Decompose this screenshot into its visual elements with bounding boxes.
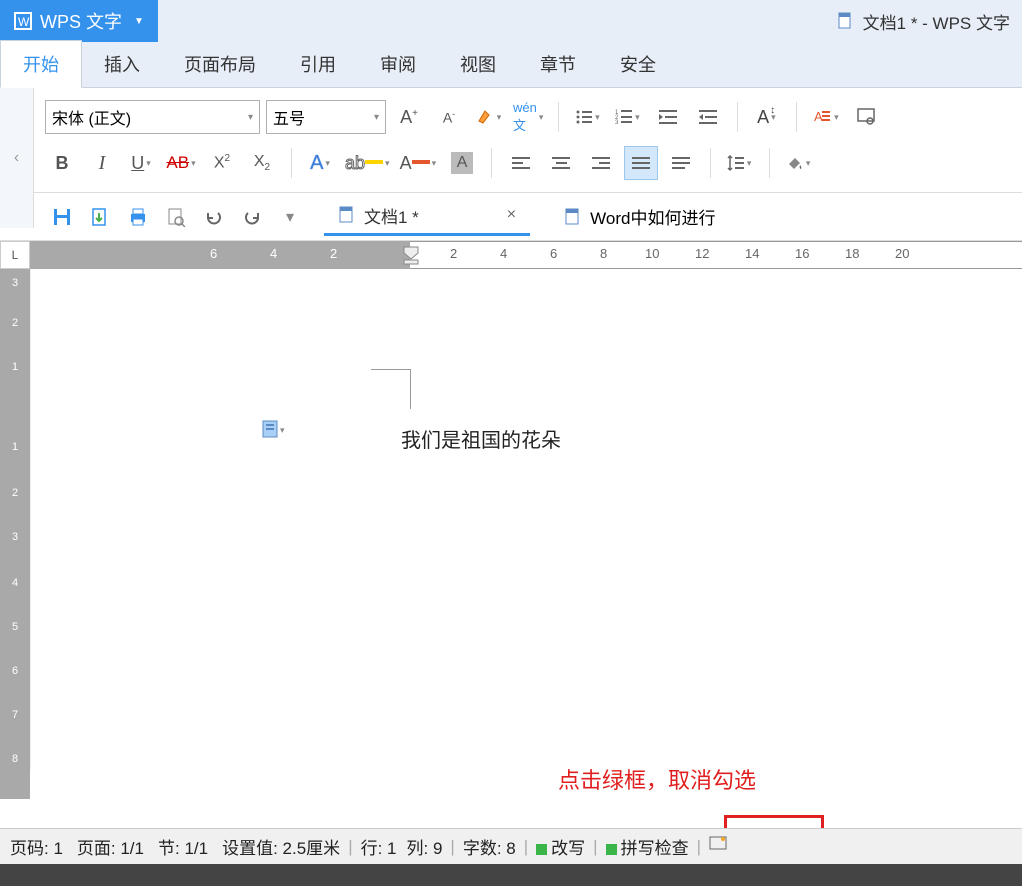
increase-font-button[interactable]: A+: [392, 100, 426, 134]
line-spacing-button[interactable]: ▾: [723, 146, 757, 180]
redo-button[interactable]: [238, 203, 266, 231]
superscript-button[interactable]: X2: [205, 146, 239, 180]
svg-text:W: W: [18, 15, 30, 29]
doc-tab-2[interactable]: Word中如何进行: [550, 198, 729, 236]
underline-button[interactable]: U▾: [125, 146, 159, 180]
bottom-strip: [0, 864, 1022, 886]
tab-reference[interactable]: 引用: [278, 41, 358, 87]
align-right-button[interactable]: [584, 146, 618, 180]
close-tab-button[interactable]: ×: [507, 206, 516, 224]
save-button[interactable]: [48, 203, 76, 231]
strikethrough-button[interactable]: AB▾: [165, 146, 199, 180]
text-effects-button[interactable]: A↕▾: [750, 100, 784, 134]
document-icon: [338, 206, 356, 224]
status-column[interactable]: 列: 9: [407, 834, 443, 859]
fill-color-button[interactable]: ▾: [782, 146, 816, 180]
find-replace-button[interactable]: [849, 100, 883, 134]
green-square-icon: [606, 844, 617, 855]
shading-button[interactable]: A: [445, 146, 479, 180]
export-pdf-button[interactable]: [86, 203, 114, 231]
annotation-text: 点击绿框，取消勾选: [558, 763, 756, 795]
highlight-button[interactable]: ab▾: [344, 146, 393, 180]
ruler-corner[interactable]: L: [0, 241, 30, 269]
ribbon: 宋体 (正文)▾ 五号▾ A+ A- ▾ wén文▾ ▾ 123▾ A↕▾ A▾…: [0, 88, 1022, 193]
decrease-font-button[interactable]: A-: [432, 100, 466, 134]
bold-button[interactable]: B: [45, 146, 79, 180]
menu-tabs: 开始 插入 页面布局 引用 审阅 视图 章节 安全: [0, 42, 1022, 88]
phonetic-guide-button[interactable]: wén文▾: [512, 100, 546, 134]
align-justify-button[interactable]: [624, 146, 658, 180]
print-preview-button[interactable]: [162, 203, 190, 231]
tab-review[interactable]: 审阅: [358, 41, 438, 87]
quick-access-more-button[interactable]: ▾: [276, 203, 304, 231]
tab-security[interactable]: 安全: [598, 41, 678, 87]
status-word-count[interactable]: 字数: 8: [463, 834, 516, 859]
vertical-ruler: L 3 2 1 1 2 3 4 5 6 7 8: [0, 241, 30, 799]
increase-indent-button[interactable]: [691, 100, 725, 134]
font-size-select[interactable]: 五号▾: [266, 100, 386, 134]
tab-view[interactable]: 视图: [438, 41, 518, 87]
status-overwrite-toggle[interactable]: 改写: [536, 834, 585, 859]
align-center-button[interactable]: [544, 146, 578, 180]
app-menu-button[interactable]: W WPS 文字 ▼: [0, 0, 158, 42]
text-outline-button[interactable]: A▾: [304, 146, 338, 180]
styles-button[interactable]: A▾: [809, 100, 843, 134]
status-setting[interactable]: 设置值: 2.5厘米: [222, 834, 340, 859]
status-section[interactable]: 节: 1/1: [158, 834, 208, 859]
italic-button[interactable]: I: [85, 146, 119, 180]
document-icon: [837, 12, 855, 30]
ribbon-collapse-button[interactable]: ‹: [0, 88, 34, 228]
chevron-down-icon: ▼: [134, 16, 144, 27]
horizontal-ruler[interactable]: 6 4 2 2 4 6 8 10 12 14 16 18 20: [30, 241, 1022, 269]
tab-layout[interactable]: 页面布局: [162, 41, 278, 87]
status-view-button[interactable]: [709, 836, 727, 857]
tab-start[interactable]: 开始: [0, 40, 82, 88]
number-list-button[interactable]: 123▾: [611, 100, 645, 134]
status-bar: 页码: 1 页面: 1/1 节: 1/1 设置值: 2.5厘米 | 行: 1 列…: [0, 828, 1022, 864]
clear-format-button[interactable]: ▾: [472, 100, 506, 134]
status-page-number[interactable]: 页码: 1: [10, 834, 63, 859]
print-button[interactable]: [124, 203, 152, 231]
margin-corner-icon: [371, 369, 411, 409]
window-title: 文档1 * - WPS 文字: [863, 9, 1010, 34]
document-page[interactable]: ▾ 我们是祖国的花朵: [30, 269, 1022, 769]
font-color-button[interactable]: A▾: [399, 146, 440, 180]
decrease-indent-button[interactable]: [651, 100, 685, 134]
document-icon: [564, 208, 582, 226]
paragraph-options-icon[interactable]: ▾: [261, 419, 281, 439]
status-line[interactable]: 行: 1: [361, 834, 397, 859]
tab-chapter[interactable]: 章节: [518, 41, 598, 87]
document-text[interactable]: 我们是祖国的花朵: [401, 424, 561, 453]
tab-insert[interactable]: 插入: [82, 41, 162, 87]
app-name: WPS 文字: [40, 8, 122, 34]
doc-tab-1[interactable]: 文档1 * ×: [324, 198, 530, 236]
indent-marker-icon[interactable]: [402, 245, 420, 270]
undo-button[interactable]: [200, 203, 228, 231]
svg-text:A: A: [814, 109, 823, 124]
quick-access-bar: ▾ 文档1 * × Word中如何进行: [0, 193, 1022, 241]
green-square-icon: [536, 844, 547, 855]
font-name-select[interactable]: 宋体 (正文)▾: [45, 100, 260, 134]
align-left-button[interactable]: [504, 146, 538, 180]
bullet-list-button[interactable]: ▾: [571, 100, 605, 134]
status-spellcheck-toggle[interactable]: 拼写检查: [606, 834, 689, 859]
subscript-button[interactable]: X2: [245, 146, 279, 180]
svg-text:3: 3: [615, 120, 619, 126]
svg-text:▾: ▾: [280, 425, 285, 435]
status-page[interactable]: 页面: 1/1: [77, 834, 144, 859]
align-distribute-button[interactable]: [664, 146, 698, 180]
